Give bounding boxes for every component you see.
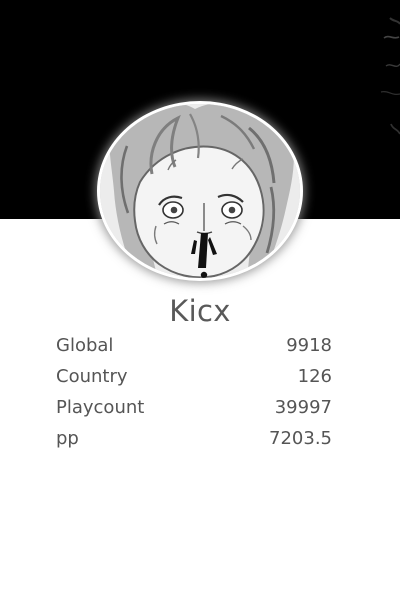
stats-list: Global 9918 Country 126 Playcount 39997 … bbox=[56, 330, 332, 454]
stat-label-pp: pp bbox=[56, 428, 79, 449]
stat-label-country: Country bbox=[56, 366, 128, 387]
banner-texture-icon bbox=[380, 17, 400, 135]
anime-avatar-icon bbox=[100, 104, 300, 278]
stat-value-pp: 7203.5 bbox=[269, 428, 332, 449]
profile-card: Kicx Global 9918 Country 126 Playcount 3… bbox=[0, 0, 400, 600]
stat-label-playcount: Playcount bbox=[56, 397, 145, 418]
stat-row-pp: pp 7203.5 bbox=[56, 423, 332, 454]
avatar bbox=[97, 101, 303, 281]
stat-row-playcount: Playcount 39997 bbox=[56, 392, 332, 423]
stat-value-country: 126 bbox=[297, 366, 332, 387]
stat-label-global: Global bbox=[56, 335, 114, 356]
stat-value-global: 9918 bbox=[286, 335, 332, 356]
stat-value-playcount: 39997 bbox=[274, 397, 332, 418]
stat-row-country: Country 126 bbox=[56, 361, 332, 392]
stat-row-global: Global 9918 bbox=[56, 330, 332, 361]
username: Kicx bbox=[169, 294, 231, 328]
